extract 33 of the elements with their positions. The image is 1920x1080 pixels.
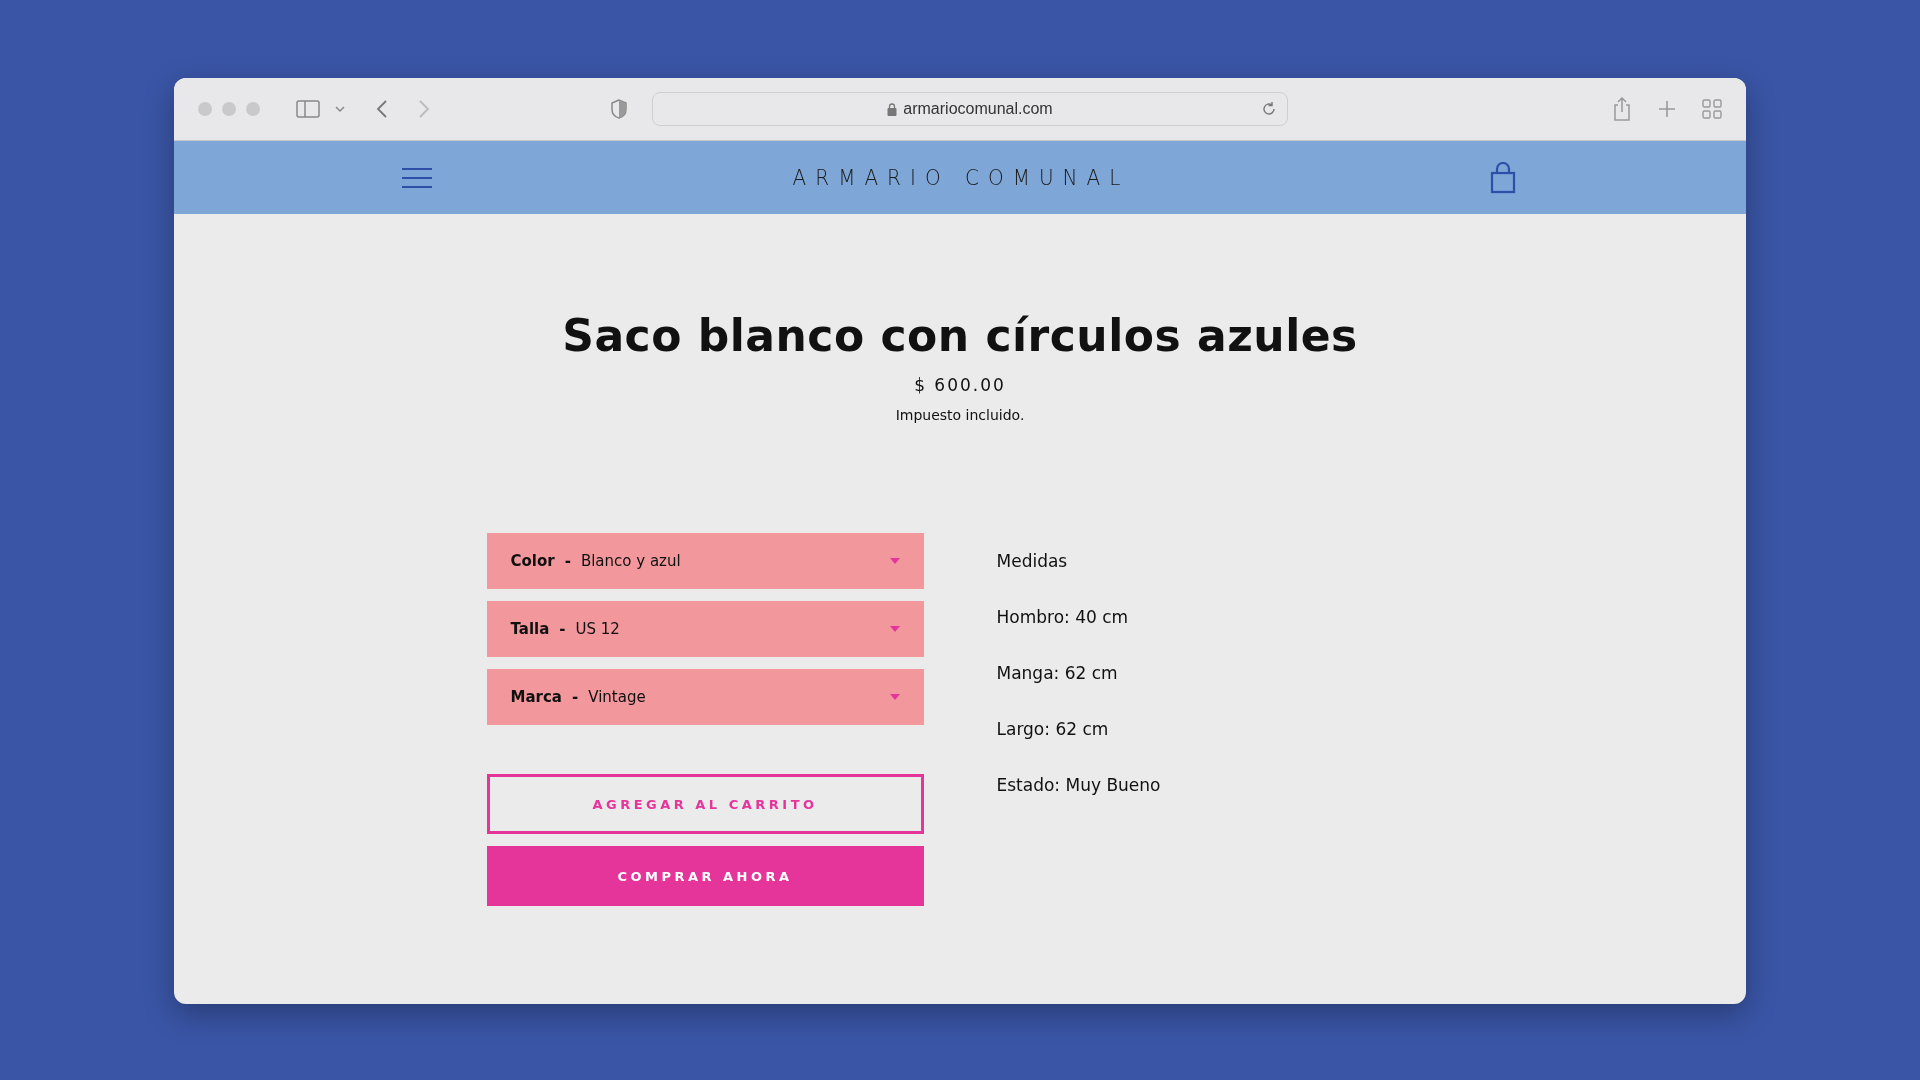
menu-icon[interactable] xyxy=(402,166,432,189)
buy-now-button[interactable]: COMPRAR AHORA xyxy=(486,846,924,906)
tab-overview-icon[interactable] xyxy=(1702,99,1722,119)
detail-text: Largo: 62 cm xyxy=(996,718,1110,741)
detail-text: Medidas xyxy=(996,550,1069,573)
caret-icon xyxy=(889,558,900,564)
product-price: $ 600.00 xyxy=(914,375,1006,395)
window-zoom-button[interactable] xyxy=(246,102,260,116)
option-dropdown[interactable]: Marca - Vintage xyxy=(486,669,924,725)
new-tab-icon[interactable] xyxy=(1658,100,1676,118)
tax-note: Impuesto incluido. xyxy=(895,407,1025,423)
detail-text: Hombro: 40 cm xyxy=(996,606,1130,629)
window-close-button[interactable] xyxy=(198,102,212,116)
window-minimize-button[interactable] xyxy=(222,102,236,116)
detail-text: Estado: Muy Bueno xyxy=(996,774,1162,797)
shield-icon[interactable] xyxy=(610,99,628,119)
option-dropdown[interactable]: Color - Blanco y azul xyxy=(486,533,924,589)
shopping-bag-icon[interactable] xyxy=(1490,161,1516,194)
chevron-down-icon[interactable] xyxy=(334,105,346,113)
address-bar[interactable]: armariocomunal.com xyxy=(652,92,1288,126)
lock-icon xyxy=(887,102,898,116)
caret-icon xyxy=(889,694,900,700)
forward-icon[interactable] xyxy=(418,100,430,118)
caret-icon xyxy=(889,626,900,632)
sidebar-icon[interactable] xyxy=(296,100,320,118)
product-title: Saco blanco con círculos azules xyxy=(562,310,1358,361)
detail-text: Manga: 62 cm xyxy=(996,662,1119,685)
share-icon[interactable] xyxy=(1612,97,1632,121)
back-icon[interactable] xyxy=(376,100,388,118)
reload-icon[interactable] xyxy=(1261,101,1277,117)
url-text: armariocomunal.com xyxy=(903,100,1053,118)
site-logo[interactable]: ARMARIO COMUNAL xyxy=(792,164,1130,191)
option-dropdown[interactable]: Talla - US 12 xyxy=(486,601,924,657)
